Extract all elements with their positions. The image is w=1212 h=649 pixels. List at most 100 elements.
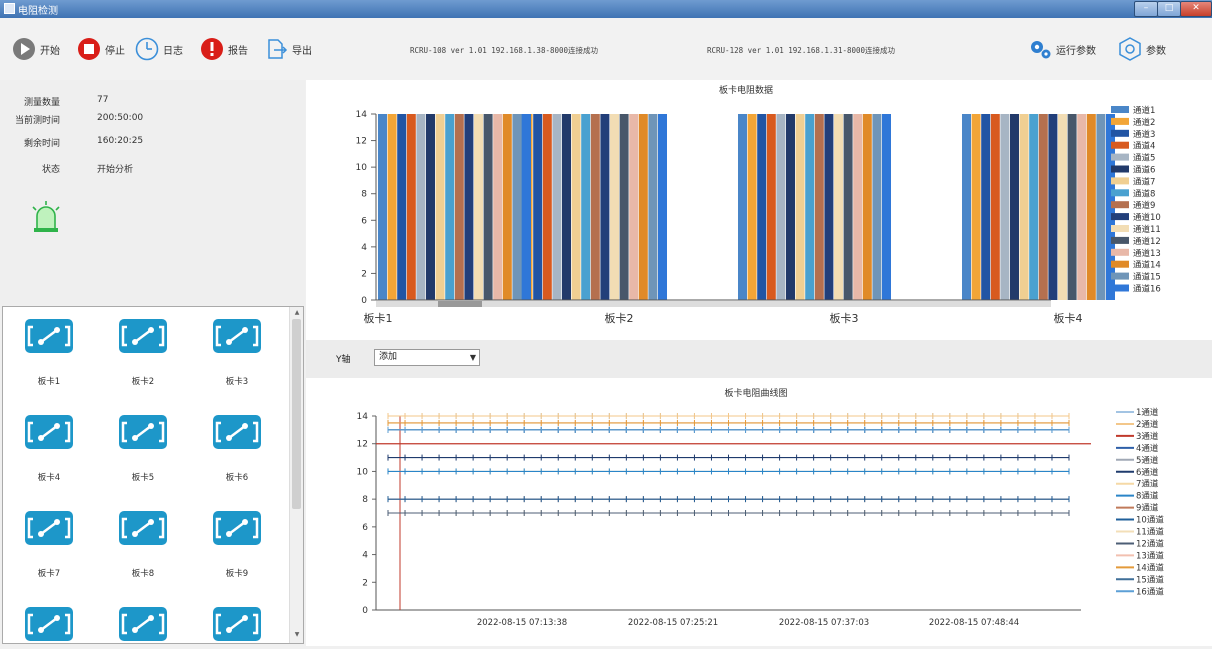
bar bbox=[493, 114, 503, 300]
y-tick-label: 14 bbox=[356, 110, 368, 120]
legend-swatch bbox=[1111, 284, 1129, 292]
y-tick-label: 12 bbox=[356, 137, 367, 147]
legend-label: 通道3 bbox=[1133, 129, 1155, 140]
legend-swatch bbox=[1111, 201, 1129, 209]
board-icon bbox=[119, 511, 167, 545]
bar bbox=[738, 114, 747, 300]
bar bbox=[1048, 114, 1058, 300]
board-card[interactable]: 板卡5 bbox=[113, 411, 173, 486]
legend-label: 9通道 bbox=[1136, 503, 1159, 514]
info-label: 测量数量 bbox=[23, 98, 60, 108]
bar bbox=[1067, 114, 1077, 300]
close-button[interactable]: ✕ bbox=[1180, 1, 1212, 17]
start-button[interactable]: 开始 bbox=[12, 36, 60, 62]
maximize-button[interactable]: □ bbox=[1157, 1, 1181, 17]
info-label: 状态 bbox=[41, 165, 60, 175]
x-tick-label: 板卡3 bbox=[830, 311, 859, 325]
bar bbox=[990, 114, 1000, 300]
info-panel: 测量数量 77 当前测时间 200:50:00 剩余时间 160:20:25 状… bbox=[0, 80, 305, 305]
legend-label: 通道4 bbox=[1133, 141, 1155, 152]
legend-swatch bbox=[1111, 106, 1129, 113]
y-tick-label: 4 bbox=[362, 551, 368, 561]
board-card[interactable]: 板卡6 bbox=[207, 411, 267, 486]
info-row: 测量数量 77 bbox=[0, 95, 300, 109]
legend-label: 4通道 bbox=[1136, 443, 1159, 454]
scroll-up-arrow[interactable]: ▲ bbox=[292, 309, 302, 319]
board-card[interactable]: 板卡4 bbox=[19, 411, 79, 486]
legend-label: 1通道 bbox=[1136, 407, 1159, 418]
legend-label: 通道6 bbox=[1133, 165, 1155, 176]
legend-label: 7通道 bbox=[1136, 479, 1159, 490]
scroll-thumb[interactable] bbox=[292, 319, 301, 509]
board-icon bbox=[25, 607, 73, 641]
bar bbox=[971, 114, 981, 300]
legend-label: 通道9 bbox=[1133, 200, 1155, 211]
legend-swatch bbox=[1111, 248, 1129, 256]
title-bar: 电阻检测 – □ ✕ bbox=[0, 0, 1212, 18]
alarm-label: 报告 bbox=[228, 45, 248, 57]
board-card[interactable]: 板卡7 bbox=[19, 507, 79, 582]
legend-swatch bbox=[1111, 260, 1129, 268]
legend-swatch bbox=[1111, 272, 1129, 280]
stop-label: 停止 bbox=[105, 45, 125, 57]
board-card[interactable]: 板卡1 bbox=[19, 315, 79, 390]
board-card[interactable]: 板卡2 bbox=[113, 315, 173, 390]
legend-label: 12通道 bbox=[1136, 538, 1164, 549]
board-label: 板卡7 bbox=[37, 569, 61, 579]
bar bbox=[1010, 114, 1019, 300]
export-button[interactable]: 导出 bbox=[264, 36, 312, 62]
legend-swatch bbox=[1111, 177, 1129, 185]
bar bbox=[435, 114, 445, 300]
board-card[interactable]: 板卡10 bbox=[19, 603, 79, 643]
chart-scroll-thumb[interactable] bbox=[438, 301, 482, 307]
bar bbox=[766, 114, 776, 300]
gears-icon bbox=[1031, 41, 1051, 59]
legend-label: 14通道 bbox=[1136, 562, 1164, 573]
board-icon bbox=[213, 415, 261, 449]
bar bbox=[571, 114, 581, 300]
bar bbox=[1086, 114, 1096, 300]
bar-chart: 板卡电阻数据 02468101214板卡1 板卡2 板卡3 板卡4通道1通道2通道3通… bbox=[356, 84, 1161, 325]
scroll-down-arrow[interactable]: ▼ bbox=[292, 631, 302, 641]
bar bbox=[757, 114, 767, 300]
legend-label: 通道12 bbox=[1133, 236, 1161, 247]
board-card[interactable]: 板卡11 bbox=[113, 603, 173, 643]
info-row: 状态 开始分析 bbox=[0, 162, 300, 176]
bar-chart-panel: 板卡电阻数据 0 2 4 6 8 10 12 14 板卡1 板卡2 板卡3 板卡4 通道1 通道2 通道3 通… bbox=[306, 80, 1212, 340]
info-row: 剩余时间 160:20:25 bbox=[0, 136, 300, 150]
device-status-2: RCRU-128 ver 1.01 192.168.1.31-8000连接成功 bbox=[707, 46, 896, 55]
params-button[interactable]: 参数 bbox=[1118, 36, 1166, 62]
y-axis-select-value: 添加 bbox=[379, 352, 398, 362]
vertical-scrollbar[interactable]: ▲ ▼ bbox=[289, 307, 303, 643]
y-axis-select[interactable]: 添加 ▼ bbox=[374, 349, 480, 366]
legend-label: 通道16 bbox=[1133, 284, 1161, 295]
x-tick-label: 板卡1 bbox=[364, 311, 393, 325]
minimize-button[interactable]: – bbox=[1134, 1, 1158, 17]
legend-swatch bbox=[1111, 141, 1129, 149]
legend-label: 16通道 bbox=[1136, 586, 1164, 597]
stop-button[interactable]: 停止 bbox=[77, 36, 125, 62]
export-label: 导出 bbox=[292, 45, 312, 57]
bar bbox=[406, 114, 416, 300]
board-label: 板卡9 bbox=[225, 569, 249, 579]
board-card[interactable]: 板卡3 bbox=[207, 315, 267, 390]
legend-label: 2通道 bbox=[1136, 419, 1159, 430]
board-card[interactable]: 板卡8 bbox=[113, 507, 173, 582]
bar bbox=[464, 114, 474, 300]
legend-label: 通道14 bbox=[1133, 260, 1161, 271]
board-card[interactable]: 板卡9 bbox=[207, 507, 267, 582]
legend-label: 8通道 bbox=[1136, 491, 1159, 502]
bar bbox=[1038, 114, 1048, 300]
run-config-button[interactable]: 运行参数 bbox=[1028, 36, 1096, 62]
board-label: 板卡2 bbox=[131, 377, 155, 387]
bar bbox=[843, 114, 853, 300]
board-card[interactable]: 板卡12 bbox=[207, 603, 267, 643]
alarm-button[interactable]: 报告 bbox=[200, 36, 248, 62]
alarm-light-icon bbox=[32, 201, 60, 232]
y-tick-label: 14 bbox=[357, 412, 369, 422]
run-config-label: 运行参数 bbox=[1056, 45, 1096, 57]
chevron-down-icon: ▼ bbox=[469, 353, 476, 362]
bar bbox=[454, 114, 464, 300]
board-icon bbox=[119, 319, 167, 353]
log-button[interactable]: 日志 bbox=[135, 36, 183, 62]
